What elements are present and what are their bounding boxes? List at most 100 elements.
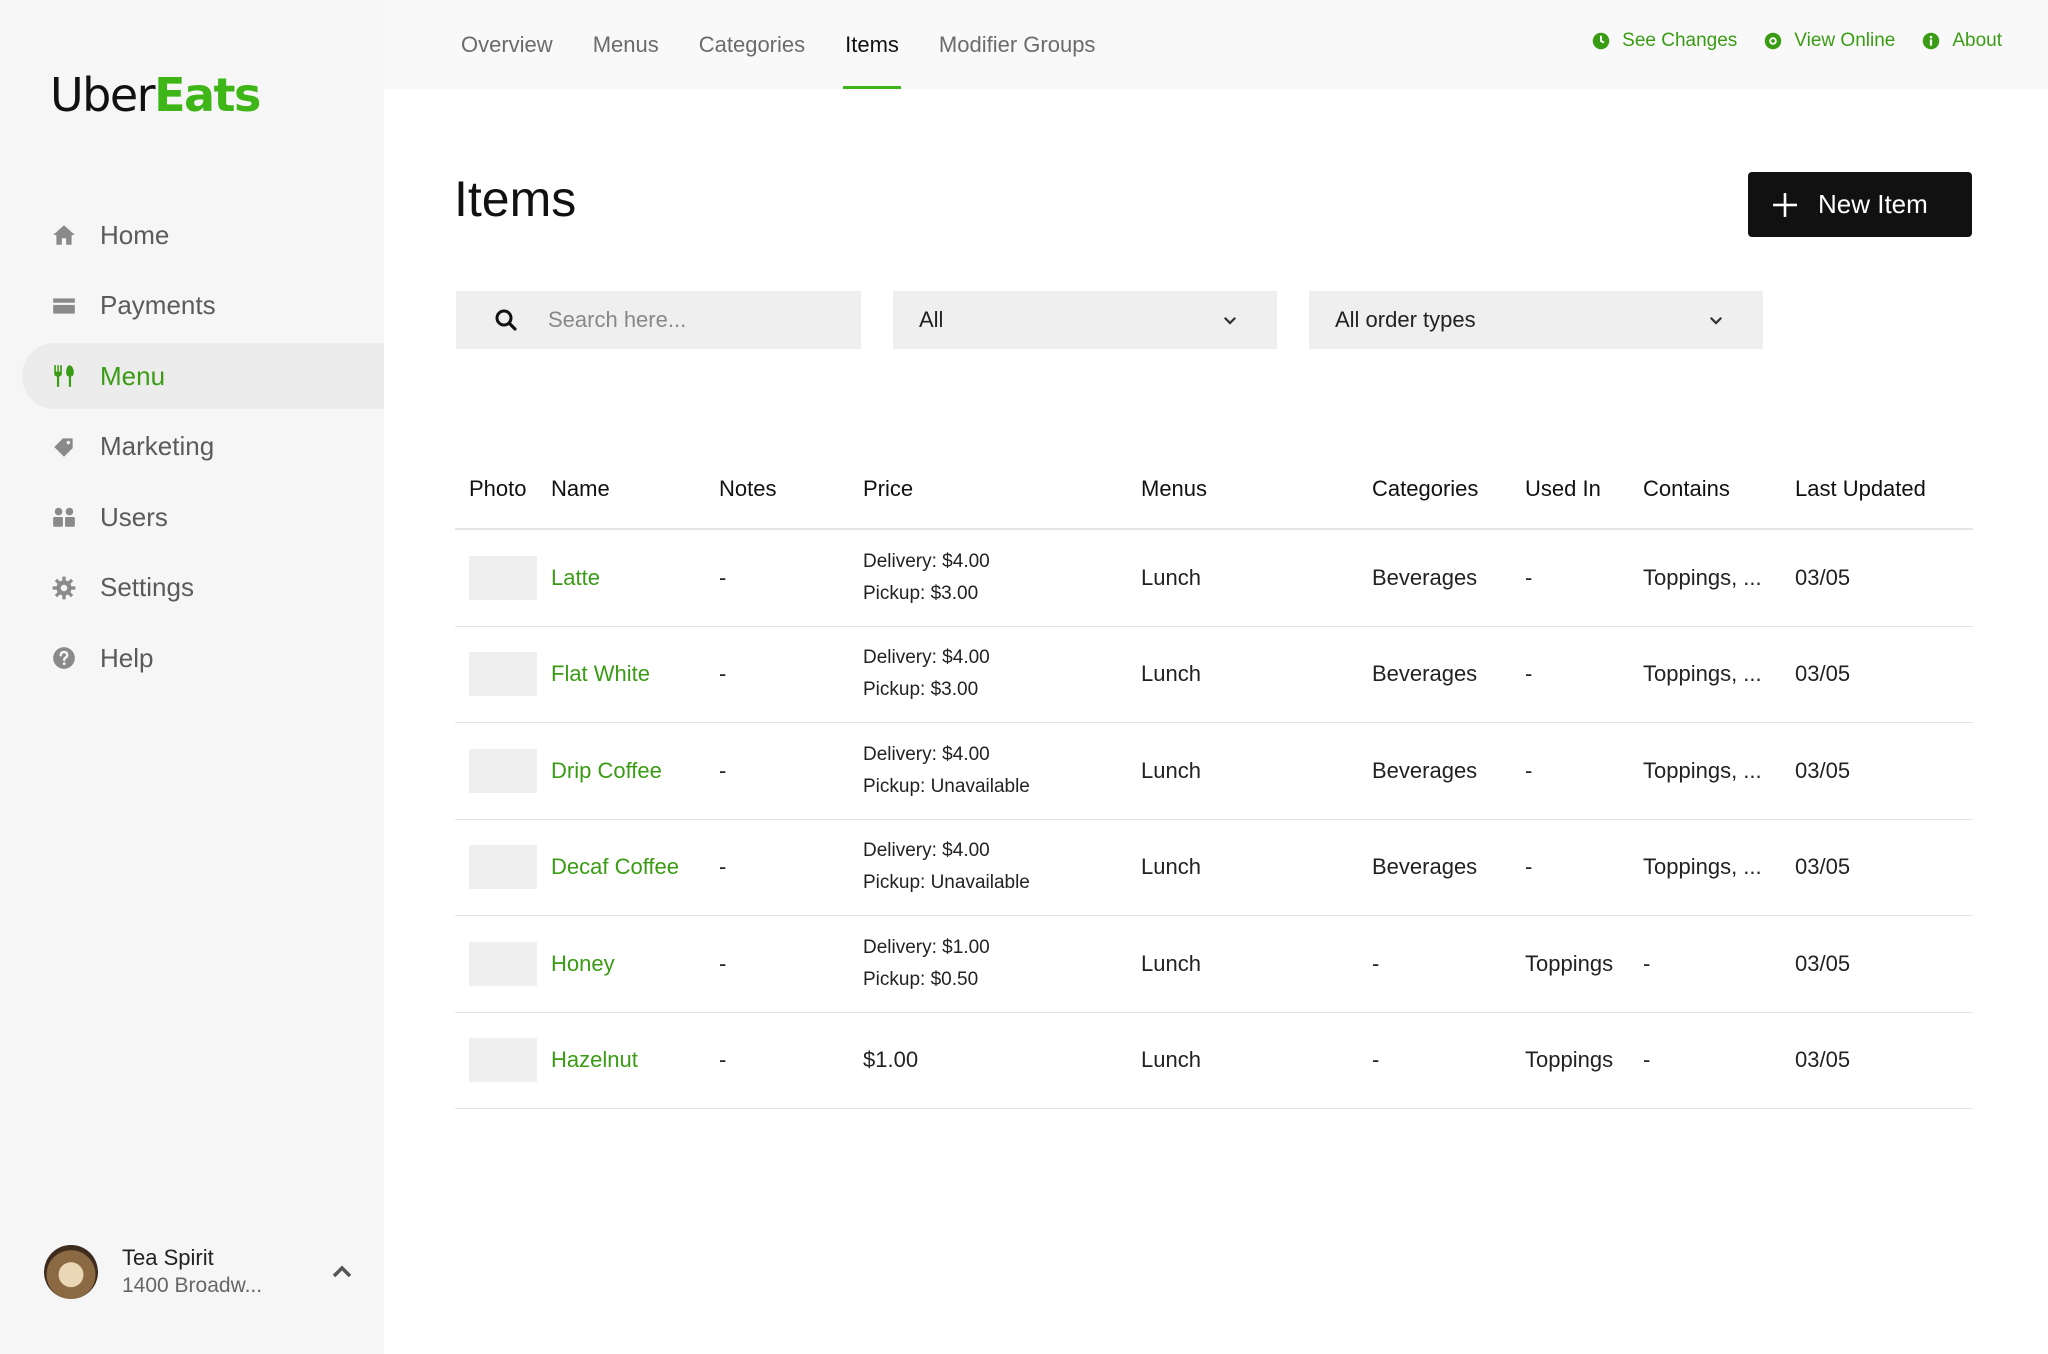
item-menus: Lunch [1141,854,1201,880]
table-row[interactable]: Decaf Coffee - Delivery: $4.00 Pickup: U… [455,820,1973,916]
view-online-label: View Online [1794,30,1896,51]
item-name-link[interactable]: Honey [551,951,719,977]
header-name[interactable]: Name [551,476,719,502]
sidebar-item-label: Settings [100,572,194,602]
sidebar-item-menu[interactable]: Menu [22,343,384,409]
item-photo-placeholder[interactable] [469,941,537,986]
item-notes: - [719,661,727,687]
item-last-updated: 03/05 [1795,950,1851,976]
photo-cell [455,652,551,697]
see-changes-label: See Changes [1622,30,1738,51]
item-categories: - [1372,1047,1380,1073]
item-contains: Toppings, ... [1643,661,1762,687]
photo-cell [455,748,551,793]
item-menus: Lunch [1141,564,1201,590]
price-delivery: Delivery: $1.00 [863,936,990,958]
sidebar-item-help[interactable]: Help [22,625,384,691]
order-type-select[interactable]: All order types [1309,291,1763,349]
table-row[interactable]: Hazelnut - $1.00 Lunch - Toppings - 03/0… [455,1013,1973,1109]
item-photo-placeholder[interactable] [469,1038,537,1083]
item-last-updated: 03/05 [1795,757,1851,783]
sidebar-item-label: Payments [100,290,216,320]
price-delivery: Delivery: $4.00 [863,743,990,765]
item-name-link[interactable]: Hazelnut [551,1047,719,1073]
item-photo-placeholder[interactable] [469,845,537,890]
item-name-link[interactable]: Latte [551,565,719,591]
item-name-link[interactable]: Decaf Coffee [551,854,719,880]
item-notes: - [719,564,727,590]
tab-menus[interactable]: Menus [591,0,661,89]
chevron-down-icon [1223,316,1237,325]
tab-modifier-groups[interactable]: Modifier Groups [937,0,1098,89]
header-contains: Contains [1643,476,1730,501]
item-last-updated: 03/05 [1795,1047,1851,1073]
item-contains: Toppings, ... [1643,757,1762,783]
sidebar-item-home[interactable]: Home [22,202,384,268]
item-last-updated: 03/05 [1795,564,1851,590]
item-price: Delivery: $4.00 Pickup: Unavailable [863,835,1141,899]
item-categories: Beverages [1372,757,1478,783]
item-notes: - [719,854,727,880]
new-item-button[interactable]: New Item [1748,172,1972,237]
sidebar-item-settings[interactable]: Settings [22,555,384,621]
price-delivery: Delivery: $4.00 [863,550,990,572]
sidebar-item-label: Users [100,501,168,532]
item-categories: Beverages [1372,661,1478,687]
search-input[interactable] [548,307,828,333]
photo-cell [455,555,551,600]
avatar [44,1245,98,1299]
item-contains: Toppings, ... [1643,854,1762,880]
account-name: Tea Spirit [122,1245,214,1270]
sidebar-item-label: Marketing [100,431,215,461]
photo-cell [455,845,551,890]
item-photo-placeholder[interactable] [469,652,537,697]
help-icon [50,644,78,672]
table-row[interactable]: Drip Coffee - Delivery: $4.00 Pickup: Un… [455,723,1973,820]
tag-icon [50,433,78,461]
item-contains: Toppings, ... [1643,564,1762,590]
tab-items[interactable]: Items [843,0,901,89]
sidebar-item-marketing[interactable]: Marketing [22,414,384,480]
item-name-link[interactable]: Drip Coffee [551,758,719,784]
item-categories: - [1372,950,1380,976]
view-online-link[interactable]: View Online [1764,30,1895,52]
top-links: See Changes View Online About [1565,30,2002,52]
chevron-down-icon [1709,316,1723,325]
price-pickup: Pickup: Unavailable [863,872,1030,894]
order-type-value: All order types [1335,307,1476,332]
price-pickup: Pickup: $3.00 [863,582,979,604]
logo-uber-text: Uber [50,68,156,122]
price-pickup: Pickup: $0.50 [863,968,979,990]
item-used-in: - [1525,661,1533,687]
tab-overview[interactable]: Overview [459,0,555,89]
menu-icon [50,362,78,390]
menu-filter-select[interactable]: All [893,291,1277,349]
item-categories: Beverages [1372,564,1478,590]
photo-cell [455,941,551,986]
item-name-link[interactable]: Flat White [551,661,719,687]
item-categories: Beverages [1372,854,1478,880]
item-photo-placeholder[interactable] [469,748,537,793]
see-changes-link[interactable]: See Changes [1592,30,1737,52]
about-link[interactable]: About [1922,30,2002,52]
header-last-updated[interactable]: Last Updated [1795,476,1973,502]
tab-categories[interactable]: Categories [697,0,807,89]
header-price[interactable]: Price [863,476,1141,502]
info-icon [1923,32,1940,50]
chevron-up-icon[interactable] [330,1260,354,1284]
account-switcher[interactable]: Tea Spirit 1400 Broadw... [44,1244,354,1300]
sidebar-item-label: Menu [100,360,166,391]
table-header: Photo Name Notes Price Menus Categories … [455,450,1973,530]
sidebar-item-users[interactable]: Users [22,484,384,550]
table-row[interactable]: Flat White - Delivery: $4.00 Pickup: $3.… [455,627,1973,723]
eye-icon [1765,32,1782,50]
sidebar-item-payments[interactable]: Payments [22,273,384,339]
uber-eats-logo[interactable]: UberEats [50,68,261,122]
table-row[interactable]: Latte - Delivery: $4.00 Pickup: $3.00 Lu… [455,530,1973,627]
top-bar: Overview Menus Categories Items Modifier… [384,0,2048,89]
item-photo-placeholder[interactable] [469,555,537,600]
item-notes: - [719,950,727,976]
item-menus: Lunch [1141,757,1201,783]
table-row[interactable]: Honey - Delivery: $1.00 Pickup: $0.50 Lu… [455,916,1973,1013]
menu-filter-value: All [919,307,944,332]
